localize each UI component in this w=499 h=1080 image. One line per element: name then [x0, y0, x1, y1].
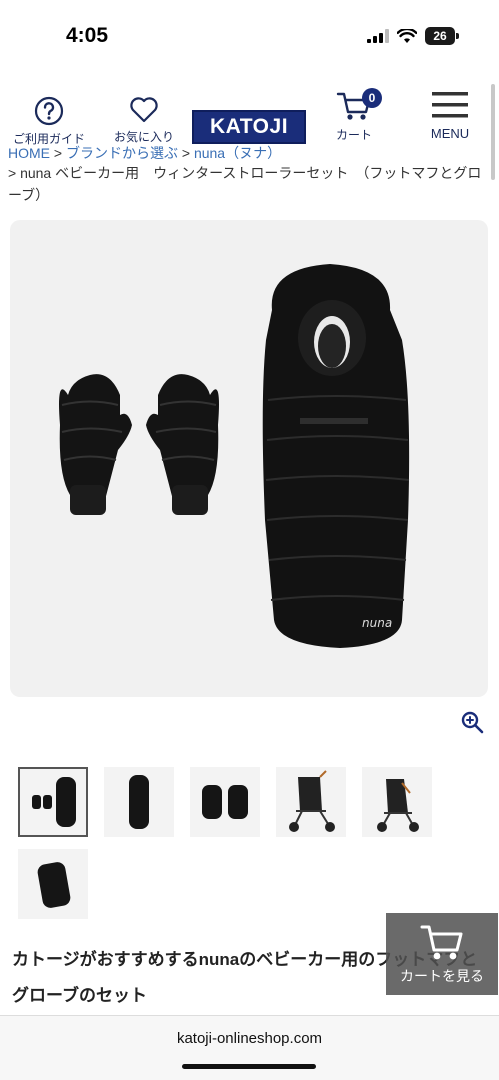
breadcrumb-separator: >: [50, 145, 66, 160]
right-mitten-image: [146, 374, 219, 515]
hamburger-icon: [432, 92, 468, 118]
thumbnail-set[interactable]: [18, 767, 88, 837]
view-cart-floating-button[interactable]: カートを見る: [386, 913, 498, 995]
view-cart-label: カートを見る: [400, 968, 484, 984]
cart-count-badge: 0: [362, 88, 382, 108]
battery-icon: 26: [425, 27, 459, 45]
status-bar: 4:05 26: [0, 0, 499, 76]
thumbnail-stroller-front[interactable]: [362, 767, 432, 837]
main-product-image[interactable]: nuna: [10, 220, 488, 697]
home-indicator: [182, 1064, 316, 1069]
product-illustration: nuna: [59, 264, 410, 648]
menu-label: MENU: [430, 126, 470, 141]
site-header: ご利用ガイド お気に入り KATOJI 0 カート MENU: [0, 76, 499, 146]
heart-icon: [130, 97, 158, 123]
zoom-icon[interactable]: [460, 710, 484, 734]
favorites-button[interactable]: お気に入り: [108, 96, 180, 145]
cart-icon: [420, 925, 463, 960]
left-mitten-image: [59, 374, 132, 515]
cart-label: カート: [335, 128, 372, 142]
breadcrumb-separator: >: [177, 145, 194, 160]
thumbnail-image: [377, 779, 419, 832]
menu-button[interactable]: MENU: [422, 90, 478, 141]
footmuff-image: nuna: [262, 264, 410, 648]
thumbnail-footmuff[interactable]: [104, 767, 174, 837]
thumbnail-storage-bag[interactable]: [18, 849, 88, 919]
breadcrumb-brand-select[interactable]: ブランドから選ぶ: [66, 145, 178, 160]
thumbnail-image: [202, 785, 248, 819]
thumbnail-stroller-side[interactable]: [276, 767, 346, 837]
thumbnail-image: [37, 862, 71, 908]
cart-button[interactable]: 0 カート: [330, 88, 382, 143]
breadcrumb: HOME > ブランドから選ぶ > nuna（ヌナ） > nuna ベビーカー用…: [8, 145, 488, 206]
wifi-icon: [397, 28, 417, 43]
breadcrumb-current: > nuna ベビーカー用 ウィンターストローラーセット （フットマフとグローブ…: [8, 165, 482, 203]
question-circle-icon: [34, 96, 64, 126]
thumbnail-image: [289, 770, 335, 832]
thumbnail-gloves[interactable]: [190, 767, 260, 837]
browser-url-bar[interactable]: katoji-onlineshop.com: [0, 1015, 499, 1080]
katoji-logo[interactable]: KATOJI: [192, 110, 306, 144]
scroll-indicator: [491, 84, 495, 180]
url-text: katoji-onlineshop.com: [176, 1030, 323, 1047]
breadcrumb-home[interactable]: HOME: [8, 145, 50, 160]
breadcrumb-brand[interactable]: nuna（ヌナ）: [194, 145, 281, 160]
thumbnail-image: [129, 775, 149, 829]
guide-button[interactable]: ご利用ガイド: [8, 96, 90, 147]
nuna-logo-on-product: nuna: [362, 616, 392, 630]
signal-icon: [367, 29, 389, 43]
status-time: 4:05: [66, 24, 109, 47]
thumbnail-image: [32, 777, 76, 827]
status-icons: 26: [367, 27, 459, 45]
